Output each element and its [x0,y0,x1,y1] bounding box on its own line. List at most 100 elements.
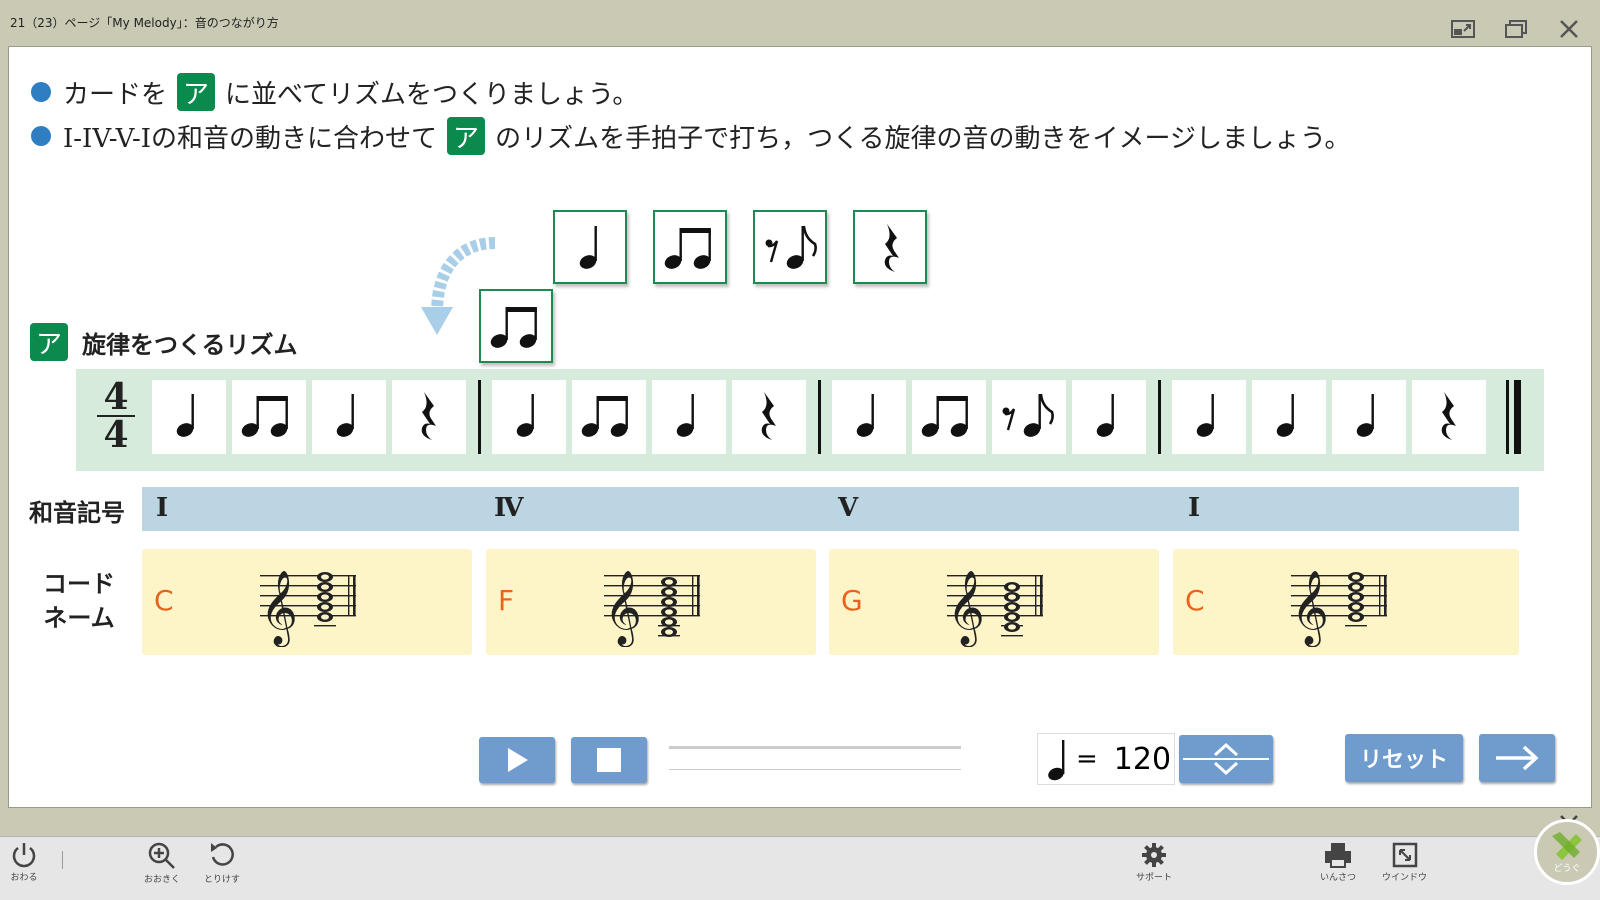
chord-name-label: コード ネーム [43,567,115,635]
a-badge: ア [177,73,216,111]
chord-box-c-2: C 𝄞 [1173,549,1519,655]
quarter-rest-icon [421,392,436,440]
chord-symbol: Ⅳ [494,493,524,523]
barline [1158,380,1161,454]
beat-slot-two-eighth-notes[interactable] [572,380,646,454]
support-button[interactable]: サポート [1136,841,1172,883]
reset-button[interactable]: リセット [1345,734,1463,782]
chord-staff-icon: 𝄞 [947,557,1047,651]
quarter-note-icon [516,394,534,437]
quarter-note-icon [1196,394,1214,437]
gear-icon [1142,843,1166,867]
two-eighth-notes-icon [921,396,968,437]
chord-staff-icon: 𝄞 [1291,557,1391,651]
beat-slot-quarter-note[interactable] [1332,380,1406,454]
rhythm-strip: 4 4 [76,369,1544,471]
title-bar: 21（23）ページ「My Melody」：音のつながり方 [0,0,1600,46]
quarter-note-icon [176,394,194,437]
chord-box-f: F 𝄞 [486,549,816,655]
window-label: ウインドウ [1382,873,1428,883]
toolbar: おわる おおきく とりけす サポート いんさつ ウインドウ どうぐ [0,819,1600,900]
beat-slot-quarter-note[interactable] [1172,380,1246,454]
beat-slot-quarter-rest[interactable] [732,380,806,454]
chord-box-g: G 𝄞 [829,549,1159,655]
section-badge: ア [30,323,68,361]
window-button[interactable]: ウインドウ [1382,841,1427,883]
progress-track[interactable] [669,746,961,749]
quarter-note-icon [1356,394,1374,437]
toolbar-divider [62,851,63,869]
section-header: ア 旋律をつくるリズム [30,323,298,361]
instruction-text: のリズムを手拍子で打ち，つくる旋律の音の動きをイメージしましょう。 [495,123,1351,154]
tools-label: どうぐ [1553,864,1581,874]
chord-symbol: I [156,493,169,523]
two-eighth-notes-icon [490,307,537,348]
quarter-note-icon [1096,394,1114,437]
beat-slot-quarter-rest[interactable] [392,380,466,454]
quarter-rest-icon [1441,392,1456,440]
beat-slot-quarter-note[interactable] [1072,380,1146,454]
beat-slot-quarter-note[interactable] [1252,380,1326,454]
play-icon [508,748,528,772]
final-barline-thick [1514,380,1521,454]
next-button[interactable] [1479,734,1555,782]
beat-slot-quarter-note[interactable] [492,380,566,454]
instruction-text: に並べてリズムをつくりましょう。 [225,79,639,110]
beat-slot-two-eighth-notes[interactable] [912,380,986,454]
svg-text:𝄞: 𝄞 [1291,571,1329,647]
instruction-line-2: I-IV-V-Iの和音の動きに合わせて ア のリズムを手拍子で打ち，つくる旋律の… [31,117,1350,155]
print-label: いんさつ [1320,873,1357,883]
chord-staff-icon: 𝄞 [604,557,704,651]
tempo-value: 120 [1113,741,1172,777]
close-icon[interactable] [1555,18,1583,40]
restore-icon[interactable] [1502,18,1530,40]
two-eighth-notes-icon [581,396,628,437]
tempo-display: = 120 [1037,733,1175,785]
quarter-note-icon [1276,394,1294,437]
card-eighth-rest-eighth-note[interactable] [753,210,827,284]
zoom-button[interactable]: おおきく [144,841,180,885]
beat-slot-quarter-note[interactable] [832,380,906,454]
printer-icon [1325,843,1351,868]
print-button[interactable]: いんさつ [1320,841,1356,883]
card-quarter-rest[interactable] [853,210,927,284]
beat-slot-quarter-note[interactable] [152,380,226,454]
final-barline-thin [1506,380,1509,454]
window-icon [1392,842,1417,868]
chord-staff-icon: 𝄞 [260,557,360,651]
stop-icon [597,748,621,772]
chord-name-label-line1: コード [43,570,115,598]
expand-icon[interactable] [1449,18,1477,40]
dragged-card[interactable] [479,289,553,363]
beat-slot-two-eighth-notes[interactable] [232,380,306,454]
chevron-down-icon[interactable] [1211,761,1241,777]
tools-button[interactable]: どうぐ [1534,819,1600,885]
quit-button[interactable]: おわる [10,841,38,883]
chord-symbol-label: 和音記号 [29,499,125,527]
time-signature: 4 4 [94,379,138,453]
chord-symbol-bar: I Ⅳ V I [142,487,1519,531]
section-title: 旋律をつくるリズム [82,330,298,359]
chord-symbol: V [838,493,859,523]
eighth-rest-eighth-note-icon [1002,393,1054,437]
barline [818,380,821,454]
stop-button[interactable] [571,737,647,783]
beat-slot-eighth-rest-eighth-note[interactable] [992,380,1066,454]
card-two-eighth-notes[interactable] [653,210,727,284]
play-button[interactable] [479,737,555,783]
undo-button[interactable]: とりけす [204,841,240,885]
beat-slot-quarter-note[interactable] [652,380,726,454]
quarter-note-icon [1048,740,1065,781]
main-panel: カードを ア に並べてリズムをつくりましょう。 I-IV-V-Iの和音の動きに合… [8,46,1592,808]
card-quarter-note[interactable] [553,210,627,284]
beat-slot-quarter-note[interactable] [312,380,386,454]
quarter-note-icon [856,394,874,437]
tempo-stepper[interactable] [1179,735,1273,783]
chevron-up-icon[interactable] [1211,741,1241,757]
bullet-icon [31,126,51,146]
chord-name: C [1185,584,1205,617]
eighth-rest-eighth-note-icon [765,225,817,269]
beat-slot-quarter-rest[interactable] [1412,380,1486,454]
window-title: 21（23）ページ「My Melody」：音のつながり方 [10,16,279,30]
svg-text:𝄞: 𝄞 [947,571,985,647]
